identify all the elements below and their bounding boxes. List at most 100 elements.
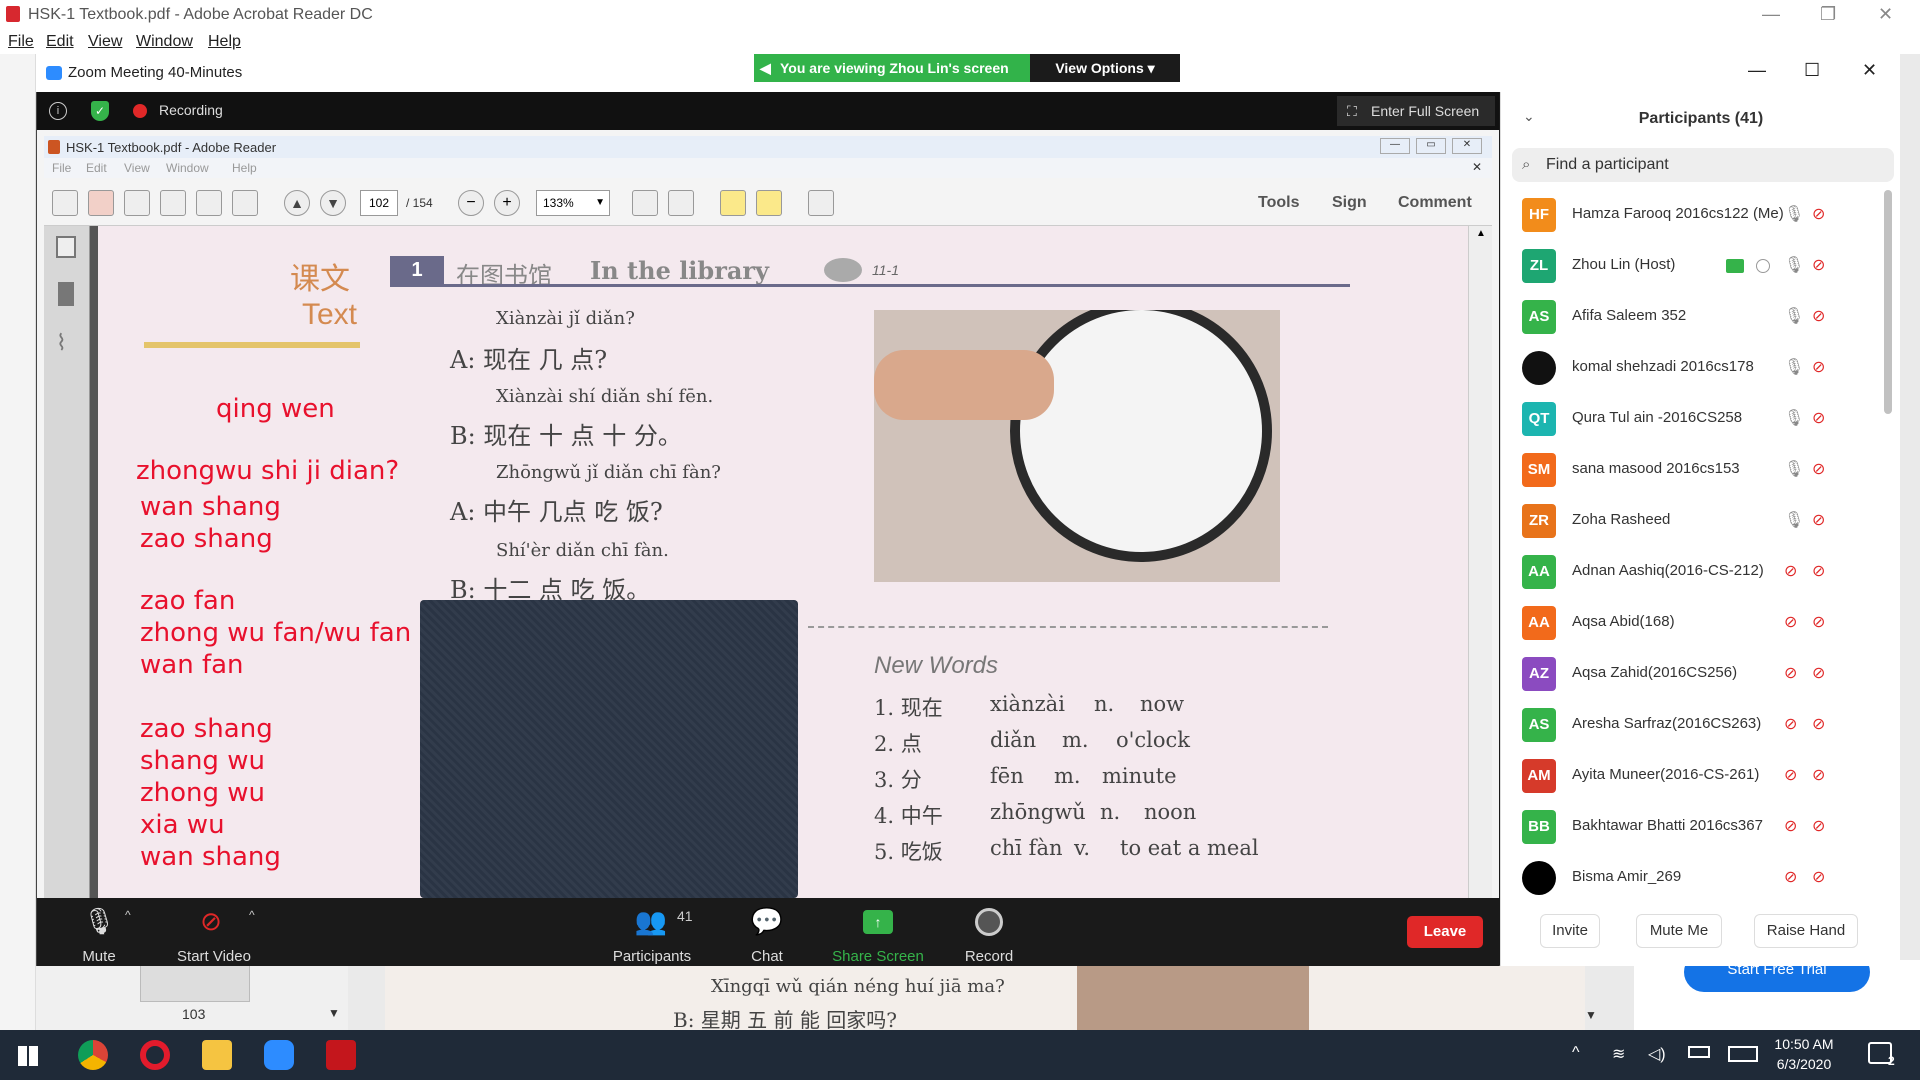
prev-page-icon[interactable]: ▲	[284, 190, 310, 216]
windows-start-icon[interactable]	[18, 1046, 38, 1066]
menu-view[interactable]: View	[88, 33, 122, 51]
invite-button[interactable]: Invite	[1540, 914, 1600, 948]
video-off-icon[interactable]: ⊘	[1812, 765, 1825, 785]
shield-icon[interactable]: ✓	[91, 101, 109, 121]
minimize-icon[interactable]: —	[1762, 4, 1780, 25]
expand-icon[interactable]	[808, 190, 834, 216]
close-document-icon[interactable]: ✕	[1472, 160, 1482, 174]
inner-menu-window[interactable]: Window	[166, 161, 209, 175]
zoom-in-icon[interactable]: +	[494, 190, 520, 216]
video-off-icon[interactable]: ⊘	[1812, 663, 1825, 683]
participant-row[interactable]: AA Aqsa Abid(168) ⊘ ⊘	[1500, 598, 1890, 649]
video-off-icon[interactable]: ⊘	[1812, 255, 1825, 275]
close-icon[interactable]: ✕	[1862, 60, 1877, 81]
participant-row[interactable]: BB Bakhtawar Bhatti 2016cs367 ⊘ ⊘	[1500, 802, 1890, 853]
video-off-icon[interactable]: ⊘	[1812, 867, 1825, 887]
microphone-icon[interactable]: 🎙	[1784, 459, 1804, 479]
participant-row[interactable]: SM sana masood 2016cs153 🎙 ⊘	[1500, 445, 1890, 496]
microphone-icon[interactable]: 🎙	[1784, 408, 1804, 428]
maximize-icon[interactable]: ☐	[1804, 60, 1820, 81]
menu-file[interactable]: File	[8, 33, 34, 51]
chrome-icon[interactable]	[78, 1040, 108, 1070]
inner-menu-edit[interactable]: Edit	[86, 161, 107, 175]
participant-row[interactable]: komal shehzadi 2016cs178 🎙 ⊘	[1500, 343, 1890, 394]
microphone-muted-icon[interactable]: ⊘	[1784, 765, 1797, 785]
sign-button[interactable]: Sign	[1332, 194, 1367, 212]
participant-row[interactable]: HF Hamza Farooq 2016cs122 (Me) 🎙 ⊘	[1500, 190, 1890, 241]
video-off-icon[interactable]: ⊘	[1812, 714, 1825, 734]
mute-options-chevron[interactable]: ^	[125, 908, 131, 922]
participant-row[interactable]: AM Ayita Muneer(2016-CS-261) ⊘ ⊘	[1500, 751, 1890, 802]
taskbar-clock[interactable]: 10:50 AM 6/3/2020	[1764, 1034, 1844, 1074]
pages-panel-icon[interactable]	[56, 236, 76, 258]
battery-icon[interactable]	[1688, 1046, 1710, 1058]
share-screen-icon[interactable]: ↑	[863, 910, 893, 934]
view-options-button[interactable]: View Options ▾	[1030, 54, 1180, 82]
leave-meeting-button[interactable]: Leave	[1407, 916, 1483, 948]
participant-row[interactable]: QT Qura Tul ain -2016CS258 🎙 ⊘	[1500, 394, 1890, 445]
open-icon[interactable]	[52, 190, 78, 216]
minimize-icon[interactable]: —	[1748, 60, 1766, 81]
inner-menu-view[interactable]: View	[124, 161, 150, 175]
show-hidden-icons[interactable]: ^	[1572, 1044, 1580, 1062]
video-off-icon[interactable]: ⊘	[1812, 612, 1825, 632]
start-video-button[interactable]: Start Video	[169, 948, 259, 965]
video-off-icon[interactable]: ⊘	[1812, 408, 1825, 428]
video-off-icon[interactable]: ⊘	[1812, 816, 1825, 836]
keyboard-icon[interactable]	[1728, 1046, 1758, 1062]
restore-icon[interactable]: ▭	[1416, 138, 1446, 154]
raise-hand-button[interactable]: Raise Hand	[1754, 914, 1858, 948]
share-screen-button[interactable]: Share Screen	[825, 948, 931, 965]
create-pdf-icon[interactable]	[88, 190, 114, 216]
menu-window[interactable]: Window	[136, 33, 193, 51]
video-off-icon[interactable]: ⊘	[191, 906, 231, 937]
zoom-level-select[interactable]: 133% ▼	[536, 190, 610, 216]
tools-button[interactable]: Tools	[1258, 194, 1299, 212]
comment-button[interactable]: Comment	[1398, 194, 1472, 212]
next-page-icon[interactable]: ▼	[320, 190, 346, 216]
fit-page-icon[interactable]	[632, 190, 658, 216]
microphone-icon[interactable]: 🎙	[79, 906, 119, 937]
participants-icon[interactable]: 👥	[631, 906, 671, 937]
microphone-icon[interactable]: 🎙	[1784, 510, 1804, 530]
find-participant-input[interactable]: ⌕ Find a participant	[1512, 148, 1894, 182]
microphone-icon[interactable]: 🎙	[1784, 357, 1804, 377]
save-icon[interactable]	[160, 190, 186, 216]
wifi-icon[interactable]: ≋	[1612, 1044, 1625, 1064]
microphone-muted-icon[interactable]: ⊘	[1784, 714, 1797, 734]
inner-menu-file[interactable]: File	[52, 161, 71, 175]
menu-edit[interactable]: Edit	[46, 33, 74, 51]
file-explorer-icon[interactable]	[202, 1040, 232, 1070]
fit-width-icon[interactable]	[668, 190, 694, 216]
video-options-chevron[interactable]: ^	[249, 908, 255, 922]
scroll-down-icon[interactable]: ▼	[1585, 1008, 1597, 1022]
scroll-up-icon[interactable]: ▲	[1476, 228, 1486, 239]
chevron-down-icon[interactable]: ▼	[328, 1006, 340, 1020]
page-thumbnail[interactable]	[140, 960, 250, 1002]
video-off-icon[interactable]: ⊘	[1812, 561, 1825, 581]
close-icon[interactable]: ✕	[1878, 4, 1893, 25]
video-off-icon[interactable]: ⊘	[1812, 357, 1825, 377]
video-off-icon[interactable]: ⊘	[1812, 510, 1825, 530]
volume-icon[interactable]: ◁)	[1648, 1044, 1666, 1064]
participant-row[interactable]: AZ Aqsa Zahid(2016CS256) ⊘ ⊘	[1500, 649, 1890, 700]
restore-icon[interactable]: ❐	[1820, 4, 1836, 25]
microphone-icon[interactable]: 🎙	[1784, 204, 1804, 224]
participants-button[interactable]: Participants	[607, 948, 697, 965]
opera-icon[interactable]	[140, 1040, 170, 1070]
microphone-muted-icon[interactable]: ⊘	[1784, 816, 1797, 836]
participant-row[interactable]: AS Afifa Saleem 352 🎙 ⊘	[1500, 292, 1890, 343]
enter-full-screen-button[interactable]: ⛶ Enter Full Screen	[1337, 96, 1495, 126]
chat-icon[interactable]: 💬	[747, 906, 787, 937]
record-icon[interactable]	[975, 908, 1003, 936]
participant-row[interactable]: Bisma Amir_269 ⊘ ⊘	[1500, 853, 1890, 904]
participant-row[interactable]: ZR Zoha Rasheed 🎙 ⊘	[1500, 496, 1890, 547]
video-off-icon[interactable]: ⊘	[1812, 204, 1825, 224]
acrobat-taskbar-icon[interactable]	[326, 1040, 356, 1070]
mute-button[interactable]: Mute	[73, 948, 125, 965]
minimize-icon[interactable]: —	[1380, 138, 1410, 154]
inner-reader-scrollbar[interactable]: ▲	[1468, 226, 1492, 898]
participant-row[interactable]: AS Aresha Sarfraz(2016CS263) ⊘ ⊘	[1500, 700, 1890, 751]
microphone-muted-icon[interactable]: ⊘	[1784, 867, 1797, 887]
microphone-muted-icon[interactable]: ⊘	[1784, 561, 1797, 581]
